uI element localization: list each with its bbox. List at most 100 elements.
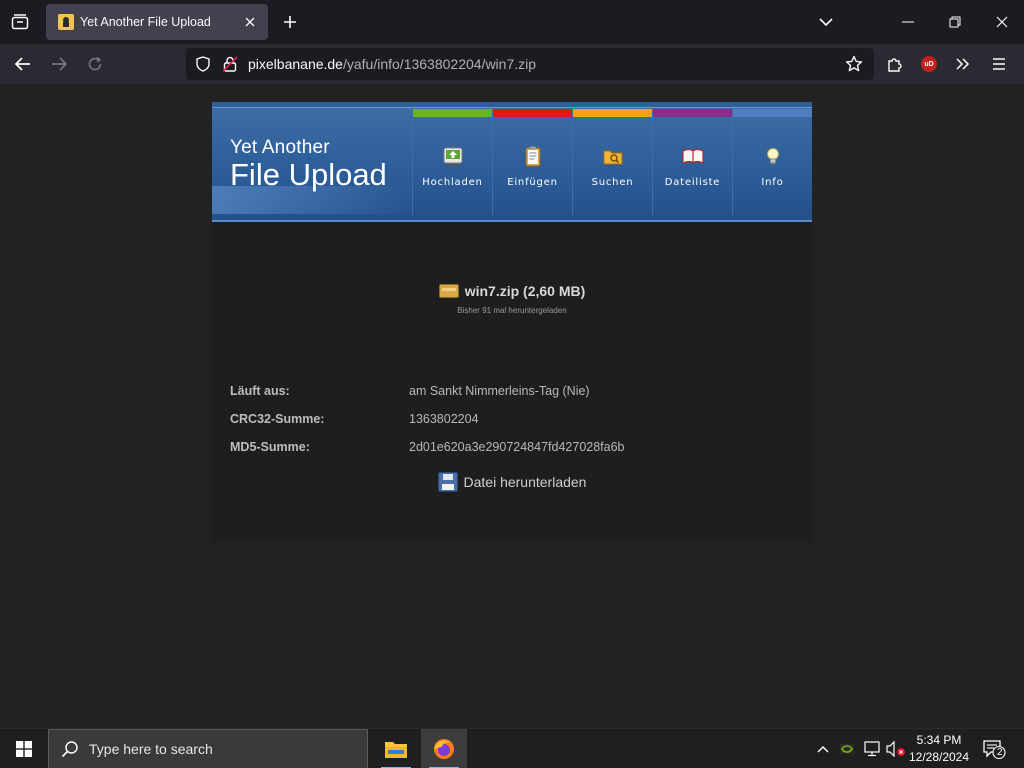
search-folder-icon xyxy=(602,145,624,167)
tray-nvidia[interactable] xyxy=(836,735,858,763)
info-row-expiry: Läuft aus: am Sankt Nimmerleins-Tag (Nie… xyxy=(230,377,790,405)
header-top-stripe xyxy=(212,102,812,108)
menu-item-info[interactable]: Info xyxy=(732,109,812,215)
bulb-icon xyxy=(762,145,784,167)
menu-label: Info xyxy=(761,177,784,188)
menu-label: Hochladen xyxy=(422,177,483,188)
ublock-icon: uD xyxy=(921,56,937,72)
tracking-protection-shield-icon[interactable] xyxy=(194,55,212,73)
info-row-md5: MD5-Summe: 2d01e620a3e290724847fd427028f… xyxy=(230,433,790,461)
info-row-crc32: CRC32-Summe: 1363802204 xyxy=(230,405,790,433)
info-key: CRC32-Summe: xyxy=(230,412,325,426)
menu-label: Suchen xyxy=(591,177,634,188)
close-icon xyxy=(996,16,1008,28)
puzzle-icon xyxy=(888,58,902,72)
url-path: /yafu/info/1363802204/win7.zip xyxy=(342,56,537,72)
search-icon xyxy=(61,740,79,758)
clock-date: 12/28/2024 xyxy=(908,750,970,764)
taskbar-clock[interactable]: 5:34 PM 12/28/2024 xyxy=(906,732,972,766)
navigation-toolbar: pixelbanane.de/yafu/info/1363802204/win7… xyxy=(0,44,1024,84)
menu-item-einfuegen[interactable]: Einfügen xyxy=(492,109,572,215)
info-key: MD5-Summe: xyxy=(230,440,310,454)
extensions-button[interactable] xyxy=(880,49,910,79)
forward-button[interactable] xyxy=(44,49,74,79)
file-info-table: Läuft aus: am Sankt Nimmerleins-Tag (Nie… xyxy=(230,377,790,461)
nvidia-icon xyxy=(840,744,854,754)
url-host: pixelbanane.de xyxy=(248,56,343,72)
url-text[interactable]: pixelbanane.de/yafu/info/1363802204/win7… xyxy=(248,56,536,72)
menu-item-dateiliste[interactable]: Dateiliste xyxy=(652,109,732,215)
browser-tab-strip: Yet Another File Upload xyxy=(0,0,1024,44)
close-icon xyxy=(245,17,255,27)
back-button[interactable] xyxy=(8,49,38,79)
window-close-button[interactable] xyxy=(982,6,1022,38)
bookmark-star-button[interactable] xyxy=(844,54,864,74)
double-chevron-right-icon xyxy=(956,58,970,70)
network-icon xyxy=(864,741,880,757)
reload-button[interactable] xyxy=(80,49,110,79)
info-value: 2d01e620a3e290724847fd427028fa6b xyxy=(409,440,625,454)
taskbar-firefox[interactable] xyxy=(421,729,467,768)
hamburger-menu-icon xyxy=(993,58,1005,70)
arrow-left-icon xyxy=(15,57,30,71)
menu-color-bar xyxy=(493,109,572,117)
yafu-site: Yet Another File Upload Hochladen Einfüg… xyxy=(212,102,812,542)
chevron-down-icon xyxy=(819,17,833,26)
lock-warning-icon[interactable] xyxy=(222,55,238,73)
show-hidden-icons-button[interactable] xyxy=(812,735,834,763)
menu-item-hochladen[interactable]: Hochladen xyxy=(412,109,492,215)
reload-icon xyxy=(88,56,102,71)
tab-close-button[interactable] xyxy=(238,10,262,34)
info-key: Läuft aus: xyxy=(230,384,290,398)
more-tools-button[interactable] xyxy=(948,49,978,79)
arrow-right-icon xyxy=(52,57,67,71)
clipboard-icon xyxy=(522,145,544,167)
floppy-disk-icon xyxy=(437,472,458,492)
windows-taskbar: Type here to search 5:34 PM 12/28/2024 2 xyxy=(0,728,1024,768)
restore-button[interactable] xyxy=(935,6,975,38)
active-tab[interactable]: Yet Another File Upload xyxy=(46,4,268,40)
menu-item-suchen[interactable]: Suchen xyxy=(572,109,652,215)
tab-list-button[interactable] xyxy=(4,6,36,38)
ublock-origin-button[interactable]: uD xyxy=(914,49,944,79)
windows-logo-icon xyxy=(16,741,32,757)
info-value: 1363802204 xyxy=(409,412,479,426)
menu-label: Einfügen xyxy=(507,177,558,188)
url-bar[interactable]: pixelbanane.de/yafu/info/1363802204/win7… xyxy=(186,48,874,80)
site-logo[interactable]: Yet Another File Upload xyxy=(230,138,387,192)
menu-color-bar xyxy=(653,109,732,117)
file-name-size: win7.zip (2,60 MB) xyxy=(464,283,586,299)
info-value: am Sankt Nimmerleins-Tag (Nie) xyxy=(409,384,590,398)
site-header: Yet Another File Upload Hochladen Einfüg… xyxy=(212,102,812,222)
list-all-tabs-button[interactable] xyxy=(812,8,840,36)
chevron-up-icon xyxy=(817,746,829,753)
search-placeholder: Type here to search xyxy=(89,741,213,757)
tab-list-icon xyxy=(11,14,29,30)
download-label: Datei herunterladen xyxy=(463,474,587,490)
star-icon xyxy=(845,55,863,72)
tray-volume[interactable] xyxy=(884,735,908,763)
minimize-button[interactable] xyxy=(888,6,928,38)
tab-title: Yet Another File Upload xyxy=(80,15,211,29)
download-count-note: Bisher 91 mal heruntergeladen xyxy=(457,306,567,315)
book-icon xyxy=(681,145,704,167)
file-title: win7.zip (2,60 MB) xyxy=(438,283,586,299)
archive-box-icon xyxy=(438,284,459,298)
web-page: Yet Another File Upload Hochladen Einfüg… xyxy=(0,84,1024,728)
action-center-button[interactable]: 2 xyxy=(978,735,1010,763)
new-tab-button[interactable] xyxy=(276,8,304,36)
volume-muted-icon xyxy=(886,741,905,757)
folder-icon xyxy=(385,742,407,758)
taskbar-search-box[interactable]: Type here to search xyxy=(48,729,368,768)
app-menu-button[interactable] xyxy=(984,49,1014,79)
firefox-icon xyxy=(434,739,454,759)
tray-network[interactable] xyxy=(860,735,884,763)
taskbar-file-explorer[interactable] xyxy=(373,729,419,768)
upload-icon xyxy=(442,145,464,167)
download-link[interactable]: Datei herunterladen xyxy=(212,472,812,492)
yafu-favicon-icon xyxy=(58,14,74,30)
start-button[interactable] xyxy=(0,729,48,768)
file-summary: win7.zip (2,60 MB) Bisher 91 mal herunte… xyxy=(212,283,812,315)
menu-color-bar xyxy=(573,109,652,117)
logo-line-2: File Upload xyxy=(230,157,387,192)
